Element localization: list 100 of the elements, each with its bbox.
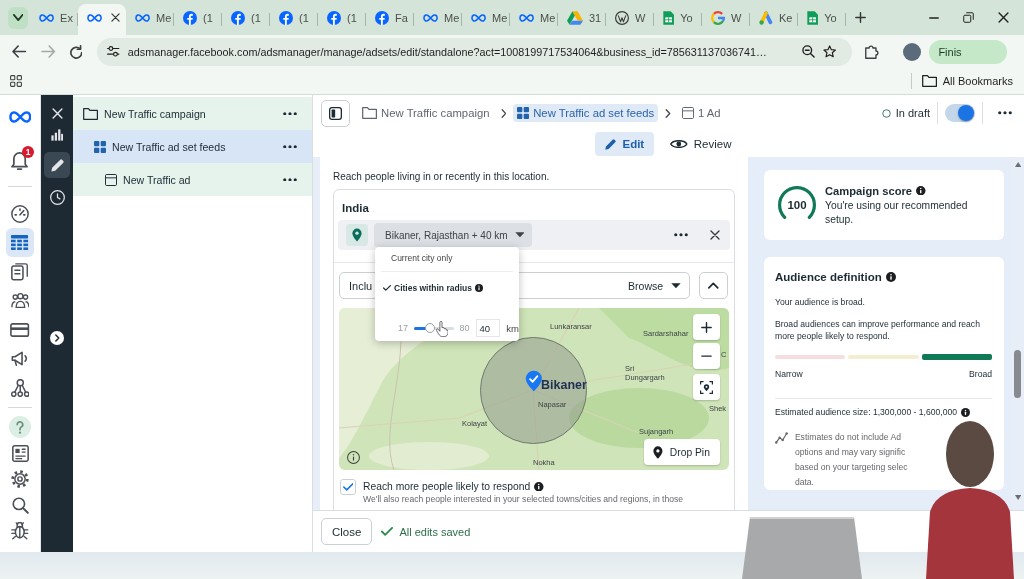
- panel-toggle-button[interactable]: [321, 99, 350, 127]
- new-tab-icon[interactable]: [855, 12, 866, 23]
- slider-thumb[interactable]: [424, 323, 435, 333]
- apps-grid-icon[interactable]: [10, 75, 22, 87]
- tree-item[interactable]: New Traffic ad: [73, 163, 312, 196]
- browser-tab[interactable]: Fa: [366, 4, 414, 35]
- infinity-logo-icon: [87, 13, 103, 22]
- credit-card-icon: [10, 322, 30, 337]
- notification-badge: 1: [22, 146, 34, 158]
- network-icon: [10, 378, 30, 397]
- chevron-circle-icon[interactable]: [50, 331, 64, 345]
- nav-button[interactable]: [6, 228, 34, 257]
- breadcrumb[interactable]: 1 Ad: [677, 104, 725, 122]
- zoom-icon[interactable]: [802, 45, 816, 58]
- info-icon: [885, 272, 896, 282]
- close-icon[interactable]: [710, 230, 720, 240]
- scroll-down-icon[interactable]: [1014, 495, 1021, 500]
- radius-dropdown[interactable]: Bikaner, Rajasthan + 40 km: [374, 223, 533, 247]
- tab-list-button[interactable]: [8, 6, 28, 29]
- browser-tab[interactable]: (1: [318, 4, 366, 35]
- address-bar[interactable]: adsmanager.facebook.com/adsmanager/manage/adsets/edit/standalone?act=1008199717534064&business_id=785631137036741…: [97, 37, 853, 66]
- more-icon[interactable]: [283, 111, 297, 116]
- more-icon[interactable]: [283, 144, 297, 149]
- people-icon: [10, 293, 30, 308]
- profile-avatar[interactable]: [903, 42, 922, 61]
- close-icon[interactable]: [998, 12, 1009, 23]
- toggle-switch[interactable]: [945, 104, 975, 122]
- mode-tab[interactable]: Review: [660, 132, 742, 156]
- browser-tab[interactable]: [78, 4, 126, 35]
- browser-tab[interactable]: W: [606, 4, 654, 35]
- checkbox[interactable]: [340, 479, 356, 495]
- gauge-icon: [11, 204, 29, 223]
- update-button[interactable]: Finis: [929, 39, 1008, 64]
- f-logo-icon: [279, 10, 293, 25]
- browser-tab[interactable]: Ke: [750, 4, 798, 35]
- browser-tab[interactable]: Me: [414, 4, 462, 35]
- menu-option[interactable]: Current city only: [375, 247, 453, 269]
- browser-tab[interactable]: (1: [222, 4, 270, 35]
- browser-tab[interactable]: Me: [126, 4, 174, 35]
- radius-input[interactable]: 40: [475, 319, 501, 337]
- breadcrumb[interactable]: New Traffic campaign: [358, 104, 494, 122]
- back-arrow-icon[interactable]: [12, 45, 27, 58]
- check-icon: [383, 285, 391, 291]
- checkbox-description: We'll also reach people interested in your selected towns/cities and regions, in those: [363, 494, 684, 505]
- browser-tab[interactable]: Yo: [654, 4, 702, 35]
- browser-tab[interactable]: Ex: [30, 4, 78, 35]
- more-icon[interactable]: [283, 177, 297, 182]
- puzzle-icon[interactable]: [865, 44, 880, 59]
- minimize-icon[interactable]: [929, 16, 939, 19]
- site-settings-icon[interactable]: [107, 46, 120, 57]
- more-icon[interactable]: [674, 233, 688, 237]
- browser-tab[interactable]: Me: [510, 4, 558, 35]
- minus-icon: [701, 354, 712, 358]
- browser-tab[interactable]: Me: [462, 4, 510, 35]
- f-logo-icon: [327, 10, 341, 25]
- folder-icon: [83, 107, 99, 120]
- all-bookmarks-button[interactable]: All Bookmarks: [910, 73, 1013, 89]
- star-icon[interactable]: [823, 45, 837, 58]
- info-icon[interactable]: [347, 451, 360, 464]
- chevron-right-icon: [500, 108, 507, 118]
- browser-tab[interactable]: (1: [174, 4, 222, 35]
- tree-item[interactable]: New Traffic campaign: [73, 97, 312, 130]
- f-logo-icon: [375, 10, 389, 25]
- locate-button[interactable]: [693, 374, 720, 400]
- reload-icon[interactable]: [69, 44, 83, 59]
- close-icon: [51, 107, 63, 119]
- drop-pin-button[interactable]: Drop Pin: [644, 439, 720, 465]
- infinity-logo-icon: [519, 13, 535, 22]
- breadcrumb[interactable]: New Traffic ad set feeds: [513, 104, 659, 122]
- spreadsheet-icon: [663, 10, 675, 25]
- infinity-logo-icon: [8, 111, 32, 123]
- bar-chart-icon: [50, 129, 64, 141]
- browser-tab[interactable]: (1: [270, 4, 318, 35]
- menu-option[interactable]: Cities within radius: [375, 277, 483, 299]
- browse-button[interactable]: Browse: [628, 279, 681, 292]
- collapse-button[interactable]: [699, 272, 728, 299]
- folder-icon: [362, 107, 378, 119]
- clock-icon: [49, 189, 65, 205]
- pencil-icon: [605, 138, 617, 150]
- browser-tab[interactable]: 31: [558, 4, 606, 35]
- status-circle-icon: [881, 108, 891, 118]
- location-pin-icon: [346, 224, 368, 246]
- tool-button[interactable]: [44, 152, 70, 178]
- nav-button[interactable]: 1: [6, 146, 34, 176]
- restore-icon[interactable]: [963, 12, 974, 23]
- tree-item[interactable]: New Traffic ad set feeds: [73, 130, 312, 163]
- table-icon: [11, 235, 29, 250]
- location-marker-icon: [525, 370, 543, 392]
- more-icon: [998, 111, 1012, 115]
- browser-tab[interactable]: W: [702, 4, 750, 35]
- mode-tab[interactable]: Edit: [595, 132, 655, 156]
- browser-tab[interactable]: Yo: [798, 4, 846, 35]
- info-icon: [474, 284, 483, 292]
- close-icon[interactable]: [111, 13, 120, 22]
- close-button[interactable]: Close: [321, 518, 373, 545]
- caret-down-icon: [514, 232, 525, 238]
- scroll-up-icon[interactable]: [1014, 162, 1021, 167]
- zoom-in-button[interactable]: [693, 314, 720, 340]
- chevron-up-icon: [708, 282, 719, 289]
- scrollbar-thumb[interactable]: [1013, 350, 1021, 398]
